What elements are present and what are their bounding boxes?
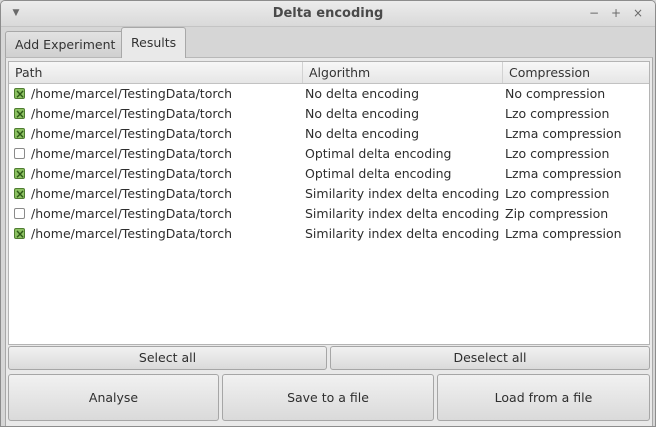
cell-algorithm: Similarity index delta encoding bbox=[305, 226, 500, 241]
cell-compression: Lzma compression bbox=[505, 126, 622, 141]
cell-compression: Lzma compression bbox=[505, 166, 622, 181]
cell-path: /home/marcel/TestingData/torch bbox=[31, 126, 233, 141]
cell-compression: Lzma compression bbox=[505, 226, 622, 241]
cell-algorithm: Similarity index delta encoding bbox=[305, 206, 500, 221]
table-row[interactable]: /home/marcel/TestingData/torch Optimal de… bbox=[9, 144, 649, 164]
tab-add-experiment[interactable]: Add Experiment bbox=[5, 31, 126, 57]
table-row[interactable]: /home/marcel/TestingData/torch Optimal de… bbox=[9, 164, 649, 184]
row-checkbox[interactable] bbox=[14, 164, 25, 184]
tab-results[interactable]: Results bbox=[121, 27, 187, 58]
table-row[interactable]: /home/marcel/TestingData/torch No delta e… bbox=[9, 104, 649, 124]
cell-path: /home/marcel/TestingData/torch bbox=[31, 146, 233, 161]
row-checkbox[interactable] bbox=[14, 208, 25, 219]
results-panel: Path Algorithm Compression /home/marcel/… bbox=[5, 57, 653, 426]
table-row[interactable]: /home/marcel/TestingData/torch No delta e… bbox=[9, 84, 649, 104]
cell-path: /home/marcel/TestingData/torch bbox=[31, 226, 233, 241]
close-icon[interactable]: × bbox=[630, 5, 646, 21]
cell-algorithm: No delta encoding bbox=[305, 126, 420, 141]
table-row[interactable]: /home/marcel/TestingData/torch Similarity… bbox=[9, 204, 649, 224]
row-checkbox[interactable] bbox=[14, 224, 25, 244]
cell-compression: Lzo compression bbox=[505, 106, 610, 121]
select-all-button[interactable]: Select all bbox=[8, 346, 327, 370]
tab-bar: Add Experiment Results bbox=[5, 27, 645, 58]
cell-path: /home/marcel/TestingData/torch bbox=[31, 206, 233, 221]
column-header-compression[interactable]: Compression bbox=[503, 62, 649, 83]
table-row[interactable]: /home/marcel/TestingData/torch No delta e… bbox=[9, 124, 649, 144]
cell-path: /home/marcel/TestingData/torch bbox=[31, 186, 233, 201]
cell-algorithm: No delta encoding bbox=[305, 86, 420, 101]
table-row[interactable]: /home/marcel/TestingData/torch Similarity… bbox=[9, 184, 649, 204]
row-checkbox[interactable] bbox=[14, 148, 25, 159]
column-header-algorithm[interactable]: Algorithm bbox=[303, 62, 503, 83]
cell-algorithm: Optimal delta encoding bbox=[305, 166, 452, 181]
cell-compression: Lzo compression bbox=[505, 146, 610, 161]
maximize-icon[interactable]: + bbox=[608, 5, 624, 21]
cell-compression: Zip compression bbox=[505, 206, 609, 221]
table-row[interactable]: /home/marcel/TestingData/torch Similarity… bbox=[9, 224, 649, 244]
row-checkbox[interactable] bbox=[14, 104, 25, 124]
row-checkbox[interactable] bbox=[14, 184, 25, 204]
results-table[interactable]: Path Algorithm Compression /home/marcel/… bbox=[8, 61, 650, 345]
row-checkbox[interactable] bbox=[14, 84, 25, 104]
cell-path: /home/marcel/TestingData/torch bbox=[31, 86, 233, 101]
deselect-all-button[interactable]: Deselect all bbox=[330, 346, 650, 370]
column-header-path[interactable]: Path bbox=[9, 62, 303, 83]
cell-compression: Lzo compression bbox=[505, 186, 610, 201]
cell-compression: No compression bbox=[505, 86, 606, 101]
app-window: ▼ Delta encoding − + × Add Experiment Re… bbox=[0, 0, 656, 427]
cell-path: /home/marcel/TestingData/torch bbox=[31, 166, 233, 181]
save-to-file-button[interactable]: Save to a file bbox=[222, 374, 434, 421]
window-title: Delta encoding bbox=[272, 6, 384, 21]
title-bar[interactable]: ▼ Delta encoding − + × bbox=[1, 1, 655, 27]
row-checkbox[interactable] bbox=[14, 124, 25, 144]
cell-algorithm: Optimal delta encoding bbox=[305, 146, 452, 161]
analyse-button[interactable]: Analyse bbox=[8, 374, 219, 421]
table-header: Path Algorithm Compression bbox=[9, 62, 649, 84]
cell-algorithm: No delta encoding bbox=[305, 106, 420, 121]
minimize-icon[interactable]: − bbox=[586, 5, 602, 21]
cell-path: /home/marcel/TestingData/torch bbox=[31, 106, 233, 121]
load-from-file-button[interactable]: Load from a file bbox=[437, 374, 650, 421]
cell-algorithm: Similarity index delta encoding bbox=[305, 186, 500, 201]
